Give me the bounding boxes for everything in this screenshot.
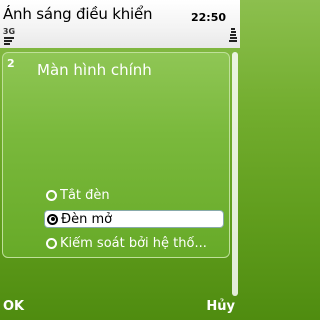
- scrollbar-thumb[interactable]: [232, 52, 238, 296]
- window-title: Ánh sáng điều khiển: [3, 5, 153, 23]
- list-item-index: 2: [7, 57, 15, 70]
- option-label: Đèn mở: [61, 211, 113, 227]
- status-bar: Ánh sáng điều khiển 22:50 3G: [0, 0, 240, 48]
- radio-button-icon: [46, 189, 57, 201]
- battery-icon: [229, 28, 237, 48]
- option-label: Tắt đèn: [60, 187, 110, 203]
- option-system-controlled[interactable]: Kiểm soát bởi hệ thố...: [44, 234, 224, 252]
- option-lights-off[interactable]: Tắt đèn: [44, 186, 224, 204]
- softkey-bar: OK Hủy: [0, 294, 240, 320]
- clock: 22:50: [190, 11, 226, 24]
- cancel-button[interactable]: Hủy: [206, 299, 235, 314]
- radio-button-icon: [46, 237, 57, 249]
- option-lights-on[interactable]: Đèn mở: [44, 210, 224, 228]
- list-item-label: Màn hình chính: [37, 61, 152, 79]
- scrollbar[interactable]: [232, 52, 238, 296]
- ok-button[interactable]: OK: [3, 299, 24, 314]
- signal-strength-icon: [4, 37, 14, 47]
- network-type-label: 3G: [2, 27, 16, 36]
- radio-button-selected-icon: [47, 213, 58, 225]
- option-label: Kiểm soát bởi hệ thố...: [60, 235, 207, 251]
- option-list: Tắt đèn Đèn mở Kiểm soát bởi hệ thố...: [44, 186, 224, 256]
